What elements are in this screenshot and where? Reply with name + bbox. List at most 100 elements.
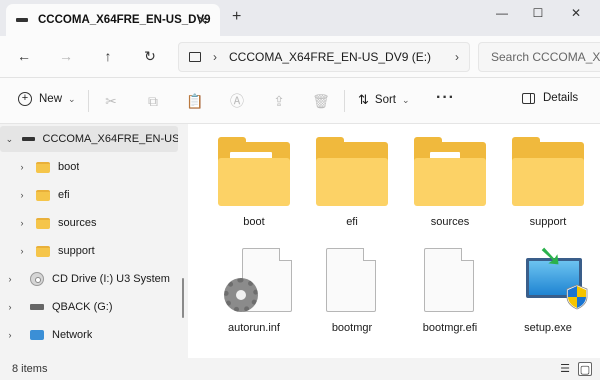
chevron-down-icon: ⌄: [402, 94, 410, 105]
sort-button[interactable]: ⇅ Sort ⌄: [358, 92, 410, 108]
status-bar: 8 items ☰ ▢: [0, 358, 600, 380]
sort-label: Sort: [374, 94, 396, 106]
plus-icon: +: [18, 92, 32, 106]
paste-icon[interactable]: 📋: [186, 92, 204, 110]
more-options-button[interactable]: ···: [436, 89, 455, 107]
sidebar-item-efi[interactable]: › efi: [0, 182, 178, 208]
navigation-pane: ⌄ CCCOMA_X64FRE_EN-US_D › boot › efi › s…: [0, 124, 186, 358]
folder-icon: [36, 189, 50, 201]
chevron-right-icon[interactable]: ›: [16, 218, 28, 228]
file-item-sources[interactable]: sources: [388, 132, 486, 236]
breadcrumb-current[interactable]: CCCOMA_X64FRE_EN-US_DV9 (E:): [229, 50, 431, 64]
folder-icon: [36, 245, 50, 257]
tab-close-icon[interactable]: ✕: [197, 13, 208, 29]
sidebar-item-sources[interactable]: › sources: [0, 210, 178, 236]
folder-with-content-icon: [214, 137, 290, 206]
sidebar-item-label: efi: [58, 189, 70, 201]
share-icon[interactable]: ⇪: [270, 92, 288, 110]
sidebar-item-label: support: [58, 245, 95, 257]
details-pane-button[interactable]: Details: [522, 92, 578, 104]
blank-file-icon: [312, 244, 388, 312]
download-arrow-icon: ➘: [538, 240, 564, 273]
folder-icon: [312, 137, 388, 206]
copy-icon[interactable]: ⧉: [144, 92, 162, 110]
folder-icon: [508, 137, 584, 206]
sidebar-item-current-drive[interactable]: ⌄ CCCOMA_X64FRE_EN-US_D: [0, 126, 178, 152]
search-box[interactable]: [478, 42, 600, 72]
computer-icon: [189, 52, 201, 62]
details-label: Details: [543, 92, 579, 104]
sidebar-item-label: CD Drive (I:) U3 System: [52, 273, 170, 285]
drive-icon: [21, 137, 35, 141]
tab-title: CCCOMA_X64FRE_EN-US_DV9: [38, 14, 211, 26]
back-button[interactable]: ←: [14, 48, 34, 64]
address-bar[interactable]: › CCCOMA_X64FRE_EN-US_DV9 (E:) ›: [178, 42, 470, 72]
chevron-down-icon: ⌄: [68, 93, 76, 104]
file-name: support: [529, 216, 567, 228]
sidebar-item-qback[interactable]: › QBACK (G:): [0, 294, 178, 320]
file-list-pane: boot efi sources support autorun.inf boo…: [188, 124, 600, 358]
sidebar-item-support[interactable]: › support: [0, 238, 178, 264]
gear-icon: [224, 278, 258, 312]
sidebar-item-label: QBACK (G:): [52, 301, 113, 313]
sidebar-item-label: sources: [58, 217, 97, 229]
new-button[interactable]: + New ⌄: [18, 92, 76, 106]
file-item-boot[interactable]: boot: [192, 132, 290, 236]
sidebar-scrollbar[interactable]: [182, 278, 184, 318]
details-view-button[interactable]: ☰: [558, 362, 572, 376]
sidebar-item-boot[interactable]: › boot: [0, 154, 178, 180]
sort-icon: ⇅: [358, 92, 369, 107]
rename-icon[interactable]: Ⓐ: [228, 92, 246, 110]
blank-file-icon: [410, 244, 486, 312]
title-bar: CCCOMA_X64FRE_EN-US_DV9 ✕ + — ☐ ✕: [0, 0, 600, 36]
cd-drive-icon: [30, 272, 44, 286]
address-row: ← → ↑ ↻ › CCCOMA_X64FRE_EN-US_DV9 (E:) ›: [0, 36, 600, 78]
shield-icon: [566, 284, 588, 310]
chevron-right-icon[interactable]: ›: [16, 162, 28, 172]
file-name: setup.exe: [524, 322, 572, 334]
item-count: 8 items: [12, 363, 48, 375]
minimize-button[interactable]: —: [492, 6, 512, 20]
drive-icon: [16, 18, 28, 22]
command-bar: + New ⌄ ✂ ⧉ 📋 Ⓐ ⇪ 🗑 ⇅ Sort ⌄ ··· Details: [0, 78, 600, 124]
setup-installer-icon: ➘: [508, 240, 588, 310]
cut-icon[interactable]: ✂: [102, 92, 120, 110]
chevron-right-icon[interactable]: ›: [16, 246, 28, 256]
details-pane-icon: [522, 92, 535, 104]
chevron-right-icon[interactable]: ›: [4, 330, 16, 340]
chevron-down-icon[interactable]: ⌄: [4, 134, 15, 145]
file-item-setup[interactable]: ➘ setup.exe: [486, 234, 588, 338]
chevron-right-icon[interactable]: ›: [4, 302, 16, 312]
close-window-button[interactable]: ✕: [566, 6, 586, 20]
file-item-support[interactable]: support: [486, 132, 584, 236]
delete-icon[interactable]: 🗑: [312, 92, 330, 110]
new-label: New: [39, 93, 63, 105]
sidebar-item-cd-drive[interactable]: › CD Drive (I:) U3 System: [0, 266, 178, 292]
maximize-button[interactable]: ☐: [528, 6, 548, 20]
divider: [344, 90, 345, 112]
search-input[interactable]: [491, 50, 600, 64]
folder-icon: [36, 161, 50, 173]
chevron-right-icon[interactable]: ›: [16, 190, 28, 200]
tiles-view-button[interactable]: ▢: [578, 362, 592, 376]
tab-current[interactable]: CCCOMA_X64FRE_EN-US_DV9 ✕: [6, 4, 220, 36]
sidebar-item-network[interactable]: › Network: [0, 322, 178, 348]
refresh-button[interactable]: ↻: [140, 48, 160, 64]
chevron-right-icon[interactable]: ›: [4, 274, 16, 284]
network-icon: [30, 330, 44, 340]
sidebar-item-label: Network: [52, 329, 93, 341]
divider: [88, 90, 89, 112]
forward-button[interactable]: →: [56, 48, 76, 64]
file-item-bootmgr-efi[interactable]: bootmgr.efi: [388, 234, 480, 338]
file-item-bootmgr[interactable]: bootmgr: [290, 234, 382, 338]
up-button[interactable]: ↑: [98, 48, 118, 64]
file-item-efi[interactable]: efi: [290, 132, 388, 236]
sidebar-item-label: boot: [58, 161, 80, 173]
new-tab-button[interactable]: +: [232, 9, 241, 25]
usb-drive-icon: [30, 304, 44, 310]
file-item-autorun[interactable]: autorun.inf: [192, 234, 292, 338]
folder-with-content-icon: [410, 137, 486, 206]
sidebar-item-label: CCCOMA_X64FRE_EN-US_D: [42, 133, 178, 145]
breadcrumb-separator[interactable]: ›: [213, 50, 217, 64]
breadcrumb-chevron[interactable]: ›: [455, 50, 459, 64]
